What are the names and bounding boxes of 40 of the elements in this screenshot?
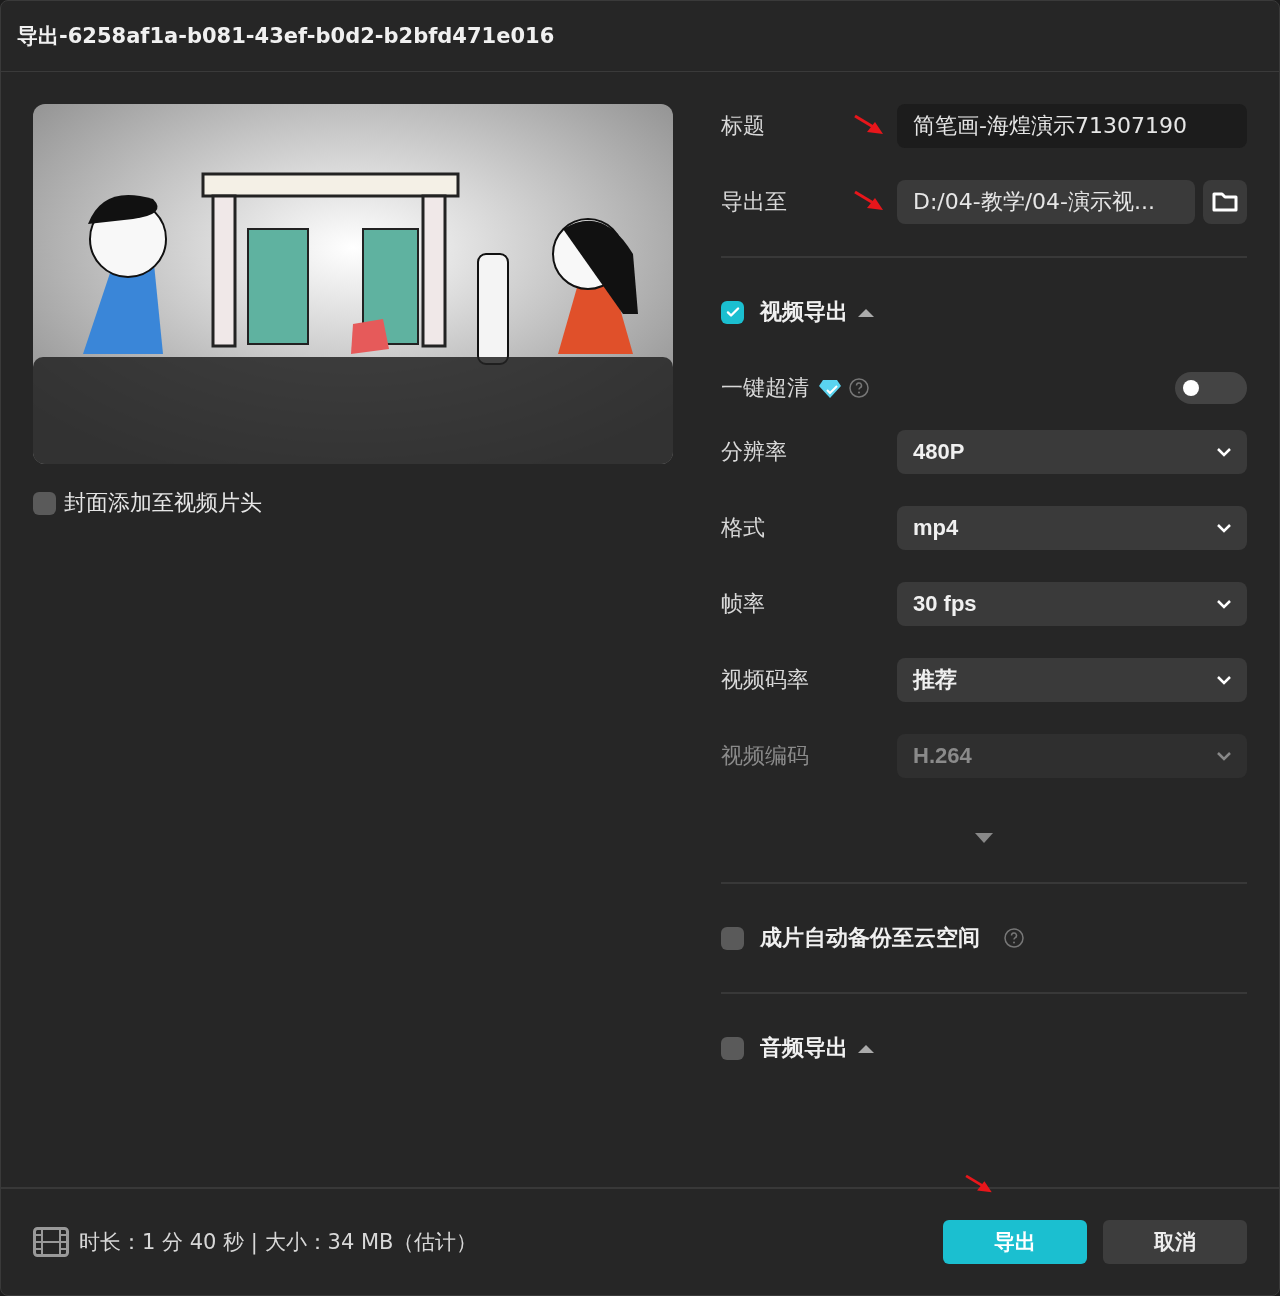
dropdown[interactable]: mp4 [897, 506, 1247, 550]
window-title: 导出-6258af1a-b081-43ef-b0d2-b2bfd471e016 [17, 23, 555, 50]
help-icon[interactable] [1004, 928, 1024, 948]
checkbox[interactable] [33, 491, 56, 515]
checkbox[interactable] [721, 1036, 744, 1060]
path-field[interactable]: D:/04-教学/04-演示视... [897, 180, 1195, 224]
title-field[interactable]: 简笔画-海煌演示71307190 [897, 104, 1247, 148]
chevron-down-icon [1217, 447, 1231, 457]
dropdown[interactable]: 480P [897, 430, 1247, 474]
checkbox-label: 封面添加至视频片头 [64, 489, 262, 517]
caret-icon[interactable] [858, 1043, 874, 1053]
diamond-icon [819, 378, 841, 398]
section-title: 音频导出 [760, 1034, 848, 1062]
chevron-down-icon [1217, 523, 1231, 533]
help-icon[interactable] [849, 378, 869, 398]
caret-icon[interactable] [858, 307, 874, 317]
option-label: 一键超清 [721, 374, 809, 402]
checkbox[interactable] [721, 926, 744, 950]
dropdown[interactable]: 推荐 [897, 658, 1247, 702]
field-label: 导出至 [721, 188, 787, 216]
setting-label: 视频编码 [721, 742, 810, 770]
folder-icon [1211, 190, 1239, 214]
expand-icon[interactable] [975, 833, 993, 843]
cancel-button[interactable]: 取消 [1103, 1220, 1247, 1264]
setting-label: 分辨率 [721, 438, 788, 466]
setting-label: 帧率 [721, 590, 766, 618]
section-title: 成片自动备份至云空间 [760, 924, 980, 952]
chevron-down-icon [1217, 751, 1231, 761]
section-title: 视频导出 [760, 298, 848, 326]
toggle-switch[interactable] [1175, 372, 1247, 404]
film-icon [33, 1227, 69, 1257]
field-label: 标题 [721, 112, 765, 140]
export-info: 时长：1 分 40 秒 | 大小：34 MB（估计） [79, 1229, 478, 1256]
setting-label: 格式 [721, 514, 766, 542]
checkbox[interactable] [721, 300, 744, 324]
chevron-down-icon [1217, 599, 1231, 609]
chevron-down-icon [1217, 675, 1231, 685]
dropdown[interactable]: 30 fps [897, 582, 1247, 626]
folder-button[interactable] [1203, 180, 1247, 224]
setting-label: 视频码率 [721, 666, 810, 694]
